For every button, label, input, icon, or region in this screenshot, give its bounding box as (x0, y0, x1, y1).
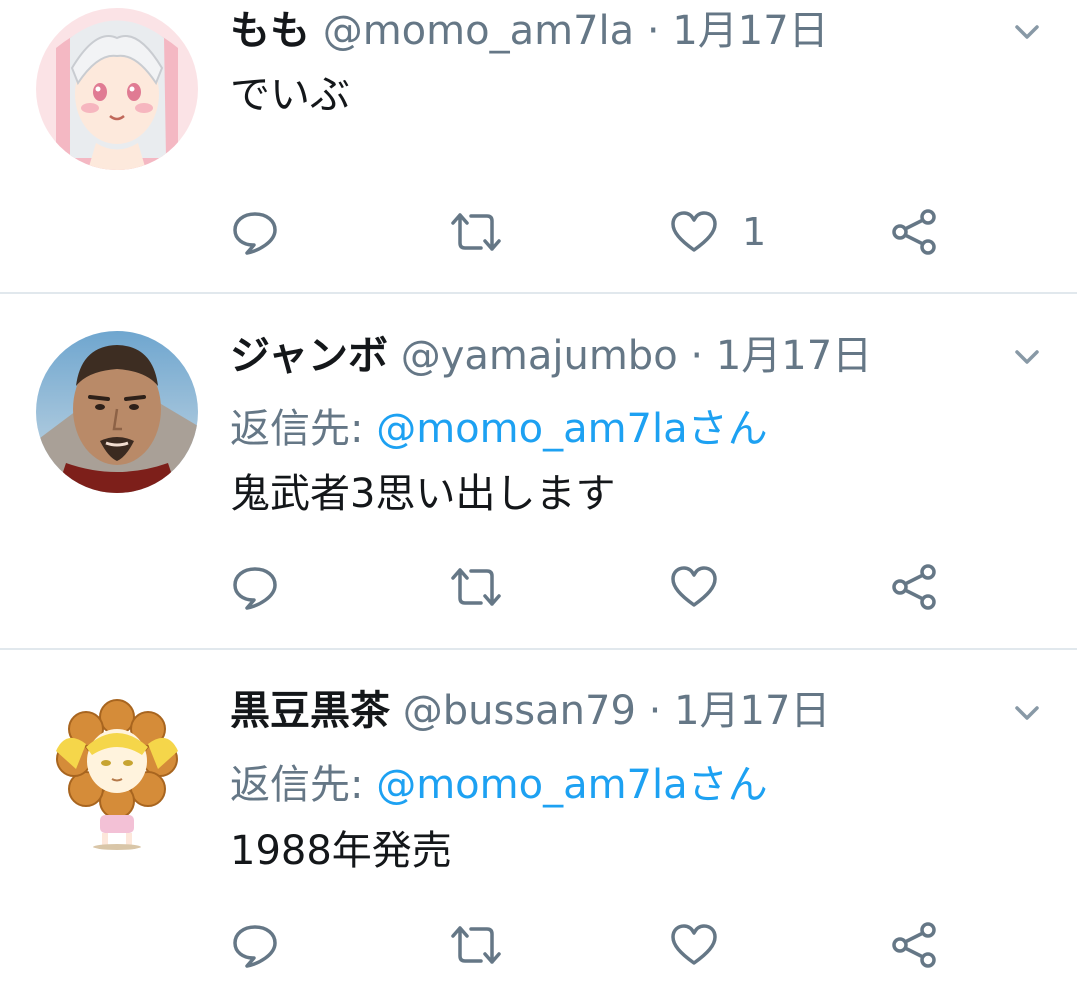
retweet-button[interactable] (449, 557, 503, 617)
reply-prefix: 返信先: (230, 406, 377, 452)
reply-icon (233, 212, 277, 255)
chevron-down-icon[interactable] (1007, 337, 1047, 377)
retweet-icon (451, 213, 501, 251)
reply-to-link[interactable]: @momo_am7laさん (376, 406, 767, 452)
share-button[interactable] (890, 202, 938, 262)
tweet-actions (0, 915, 1077, 975)
reply-button[interactable] (232, 915, 278, 975)
tweet-text: でいぶ (230, 72, 350, 118)
tweet[interactable]: ジャンボ @yamajumbo · 1月17日 返信先: @momo_am7la… (0, 293, 1077, 649)
separator: · (690, 333, 704, 379)
share-button[interactable] (890, 557, 938, 617)
tweet-header: 黒豆黒茶 @bussan79 · 1月17日 (230, 687, 830, 735)
tweet-date[interactable]: 1月17日 (674, 688, 830, 734)
chevron-down-icon[interactable] (1007, 693, 1047, 733)
like-button[interactable] (670, 557, 742, 617)
tweet-date[interactable]: 1月17日 (716, 333, 872, 379)
tweet-actions: 1 (0, 202, 1077, 262)
reply-context: 返信先: @momo_am7laさん (230, 405, 768, 453)
separator: · (648, 688, 662, 734)
reply-button[interactable] (232, 202, 278, 262)
share-icon (892, 922, 936, 968)
reply-icon (233, 567, 277, 610)
reply-prefix: 返信先: (230, 762, 377, 808)
display-name[interactable]: ジャンボ (230, 333, 388, 379)
tweet-header: ジャンボ @yamajumbo · 1月17日 (230, 332, 872, 380)
separator: · (646, 8, 660, 54)
like-count: 1 (742, 210, 767, 254)
tweet-text: 鬼武者3思い出します (230, 471, 616, 517)
like-button[interactable]: 1 (670, 202, 766, 262)
avatar[interactable] (36, 331, 198, 493)
user-handle[interactable]: @yamajumbo (401, 333, 678, 379)
tweet[interactable]: もも @momo_am7la · 1月17日 でいぶ 1 (0, 0, 1077, 293)
retweet-icon (451, 568, 501, 606)
tweet-text: 1988年発売 (230, 828, 452, 874)
tweet-date[interactable]: 1月17日 (672, 8, 828, 54)
reply-to-link[interactable]: @momo_am7laさん (376, 762, 767, 808)
tweet[interactable]: 黒豆黒茶 @bussan79 · 1月17日 返信先: @momo_am7laさ… (0, 649, 1077, 1004)
tweet-actions (0, 557, 1077, 617)
display-name[interactable]: もも (230, 8, 310, 54)
like-icon (671, 211, 717, 252)
share-icon (892, 209, 936, 255)
share-button[interactable] (890, 915, 938, 975)
user-handle[interactable]: @momo_am7la (323, 8, 634, 54)
avatar[interactable] (36, 8, 198, 170)
reply-context: 返信先: @momo_am7laさん (230, 761, 768, 809)
reply-icon (233, 925, 277, 968)
avatar[interactable] (36, 689, 198, 851)
retweet-button[interactable] (449, 202, 503, 262)
user-handle[interactable]: @bussan79 (403, 688, 636, 734)
reply-button[interactable] (232, 557, 278, 617)
chevron-down-icon[interactable] (1007, 12, 1047, 52)
tweet-header: もも @momo_am7la · 1月17日 (230, 7, 829, 55)
like-icon (671, 924, 717, 965)
retweet-icon (451, 926, 501, 964)
like-button[interactable] (670, 915, 742, 975)
share-icon (892, 564, 936, 610)
retweet-button[interactable] (449, 915, 503, 975)
display-name[interactable]: 黒豆黒茶 (230, 688, 390, 734)
like-icon (671, 566, 717, 607)
